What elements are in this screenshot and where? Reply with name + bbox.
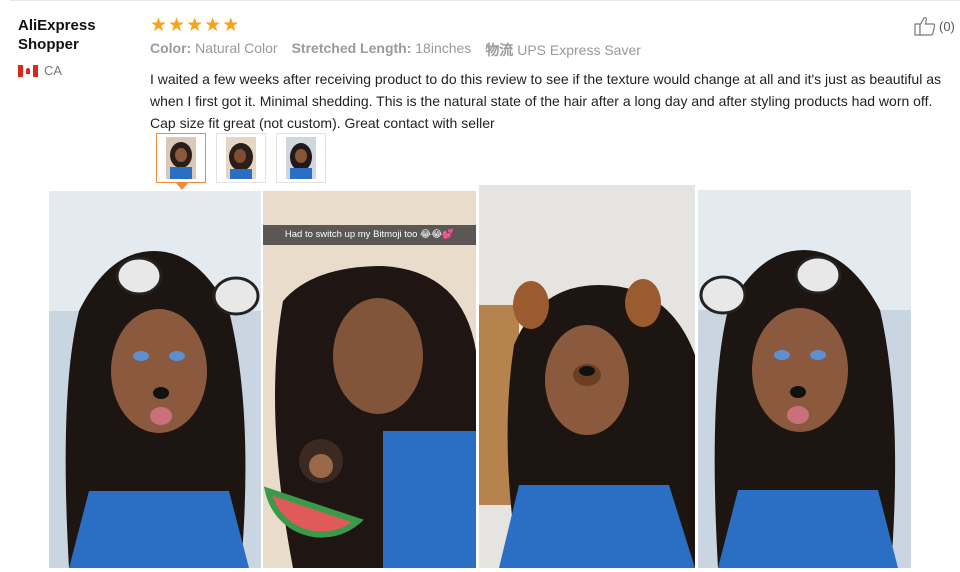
attribute-length: Stretched Length: 18inches (291, 40, 472, 56)
helpful-count: (0) (939, 18, 955, 34)
star-icon: ★ (150, 15, 168, 36)
thumbnail-2[interactable] (216, 133, 266, 183)
review-photo-3[interactable] (479, 185, 695, 568)
reviewer-name: AliExpress Shopper (18, 17, 96, 53)
thumbs-up-icon[interactable] (914, 16, 936, 36)
review-photo-image (479, 185, 695, 568)
reviewer-country: CA (18, 63, 138, 78)
purchase-attributes: Color: Natural Color Stretched Length: 1… (150, 40, 950, 60)
review-photo-image (49, 191, 261, 568)
country-code: CA (44, 63, 63, 78)
review-photo-2[interactable]: Had to switch up my Bitmoji too 😂😂💕 (263, 191, 476, 568)
thumbnail-1[interactable] (156, 133, 206, 190)
thumbnail-image (286, 137, 316, 179)
review-photo-4[interactable] (698, 190, 911, 568)
review-photo-image (698, 190, 911, 568)
review-text: I waited a few weeks after receiving pro… (150, 71, 941, 131)
attribute-color: Color: Natural Color (150, 40, 278, 56)
attribute-shipping: 物流 UPS Express Saver (485, 42, 641, 58)
star-rating: ★ ★ ★ ★ ★ (150, 14, 950, 38)
thumbnail-image (226, 137, 256, 179)
canada-flag-icon (18, 64, 38, 77)
thumbnail-image (166, 137, 196, 179)
review-body: ★ ★ ★ ★ ★ Color: Natural Color Stretched… (150, 14, 950, 134)
photo-thumbnails (156, 133, 326, 190)
star-icon: ★ (168, 15, 186, 36)
reviewer-info: AliExpress Shopper CA (18, 16, 138, 78)
thumbnail-3[interactable] (276, 133, 326, 183)
top-divider (10, 0, 960, 1)
helpful-button[interactable]: (0) (914, 16, 955, 36)
star-icon: ★ (204, 15, 222, 36)
active-thumbnail-indicator (176, 183, 188, 190)
review-photo-1[interactable] (49, 191, 261, 568)
review-photo-image (263, 191, 476, 568)
star-icon: ★ (186, 15, 204, 36)
star-icon: ★ (222, 15, 240, 36)
photo-caption: Had to switch up my Bitmoji too 😂😂💕 (263, 225, 476, 245)
